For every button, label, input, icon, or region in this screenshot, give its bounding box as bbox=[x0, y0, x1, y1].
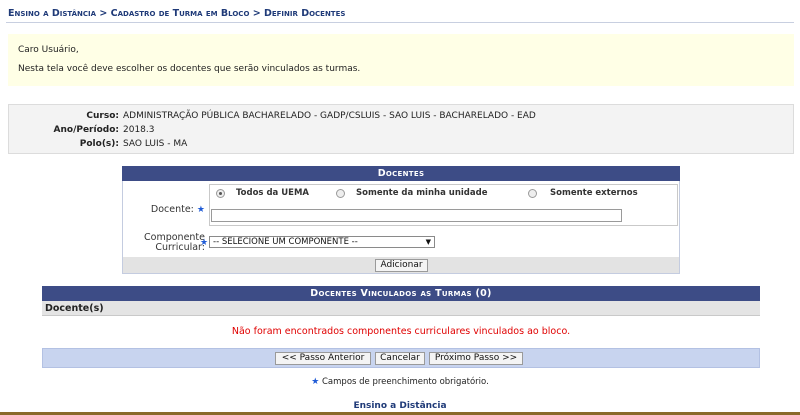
notice-message: Nesta tela você deve escolher os docente… bbox=[18, 64, 361, 74]
docentes-form-caption: Docentes bbox=[122, 166, 680, 181]
curso-value: ADMINISTRAÇÃO PÚBLICA BACHARELADO - GADP… bbox=[123, 111, 536, 121]
passo-anterior-button[interactable]: << Passo Anterior bbox=[275, 352, 371, 365]
notice-greeting: Caro Usuário, bbox=[18, 45, 79, 55]
componente-select-value: -- SELECIONE UM COMPONENTE -- bbox=[213, 237, 358, 247]
adicionar-button[interactable]: Adicionar bbox=[375, 259, 428, 272]
docentes-form: Docentes Docente: ★ Todos da UEMA Soment… bbox=[122, 166, 680, 274]
proximo-passo-button[interactable]: Próximo Passo >> bbox=[429, 352, 523, 365]
docente-label: Docente: bbox=[150, 204, 194, 215]
footnote-text: Campos de preenchimento obrigatório. bbox=[319, 377, 489, 387]
footer-ensino-distancia-link[interactable]: Ensino a Distância bbox=[0, 401, 800, 411]
polo-label: Polo(s): bbox=[79, 139, 119, 149]
dropdown-arrow-icon: ▼ bbox=[425, 238, 431, 246]
cancelar-button[interactable]: Cancelar bbox=[375, 352, 425, 365]
empty-result-message: Não foram encontrados componentes curric… bbox=[231, 326, 571, 337]
polo-value: SAO LUIS - MA bbox=[123, 139, 188, 149]
docente-search-input[interactable] bbox=[211, 209, 622, 222]
wizard-nav-bar: << Passo Anterior Cancelar Próximo Passo… bbox=[42, 348, 760, 368]
periodo-label: Ano/Período: bbox=[53, 125, 119, 135]
course-info-panel: Curso: ADMINISTRAÇÃO PÚBLICA BACHARELADO… bbox=[8, 104, 794, 154]
curso-label: Curso: bbox=[86, 111, 119, 121]
radio-externos-label[interactable]: Somente externos bbox=[550, 188, 638, 198]
form-button-bar: Adicionar bbox=[123, 257, 679, 273]
radio-todos-uema-label[interactable]: Todos da UEMA bbox=[236, 188, 309, 198]
breadcrumb: Ensino a Distância > Cadastro de Turma e… bbox=[6, 5, 794, 23]
componente-label-line2: Curricular: bbox=[155, 242, 205, 253]
docentes-column-header: Docente(s) bbox=[42, 301, 760, 316]
radio-todos-uema[interactable] bbox=[216, 189, 225, 198]
required-fields-footnote: ★ Campos de preenchimento obrigatório. bbox=[0, 377, 800, 387]
radio-minha-unidade-label[interactable]: Somente da minha unidade bbox=[356, 188, 487, 198]
breadcrumb-cadastro-turma[interactable]: Cadastro de Turma em Bloco bbox=[111, 8, 250, 19]
componente-label-cell: Componente Curricular: bbox=[123, 233, 205, 253]
radio-minha-unidade[interactable] bbox=[336, 189, 345, 198]
required-star-icon: ★ bbox=[200, 238, 209, 248]
instruction-notice: Caro Usuário, Nesta tela você deve escol… bbox=[8, 34, 794, 86]
periodo-value: 2018.3 bbox=[123, 125, 155, 135]
docentes-vinculados-caption: Docentes Vinculados as Turmas (0) bbox=[42, 286, 760, 301]
radio-externos[interactable] bbox=[528, 189, 537, 198]
componente-select[interactable]: -- SELECIONE UM COMPONENTE -- ▼ bbox=[209, 236, 435, 248]
required-star-icon: ★ bbox=[196, 205, 205, 215]
docente-label-cell: Docente: ★ bbox=[123, 204, 205, 215]
breadcrumb-separator: > bbox=[96, 8, 111, 19]
breadcrumb-ensino-distancia[interactable]: Ensino a Distância bbox=[8, 8, 96, 19]
breadcrumb-separator: > bbox=[249, 8, 264, 19]
breadcrumb-definir-docentes: Definir Docentes bbox=[263, 8, 346, 19]
